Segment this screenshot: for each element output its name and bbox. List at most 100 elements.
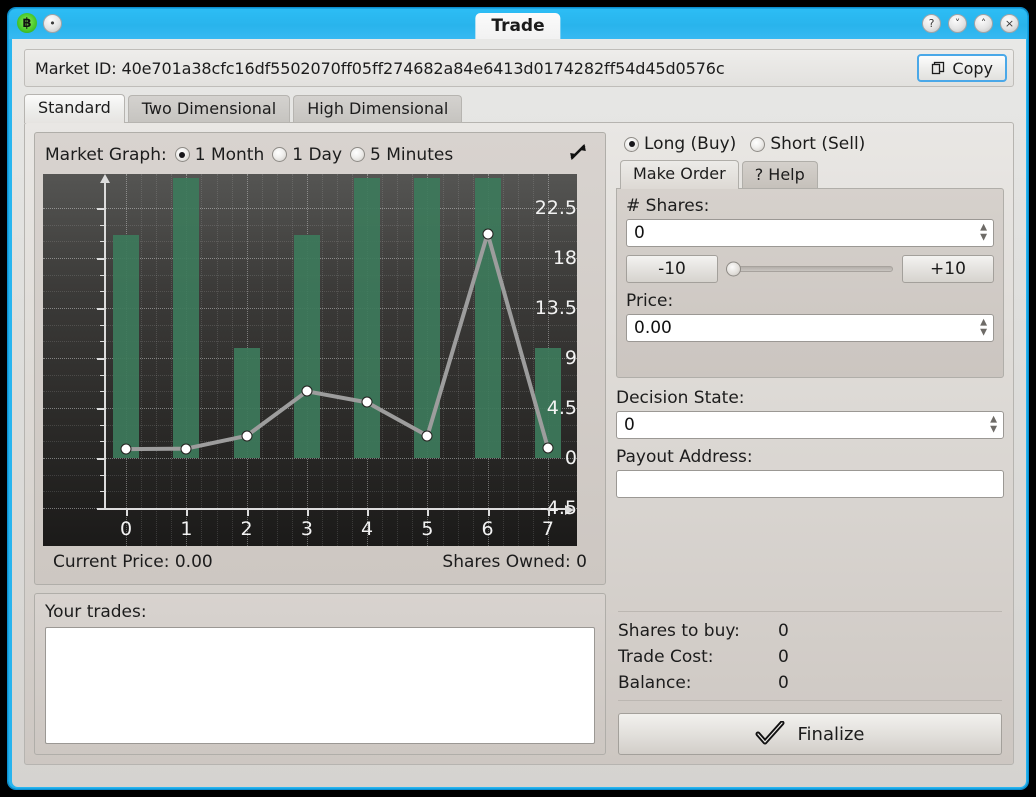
gridline-minor xyxy=(443,174,444,546)
finalize-button[interactable]: Finalize xyxy=(618,713,1002,755)
decision-state-section: Decision State: 0 ▲ ▼ Payout Address: xyxy=(616,388,1004,498)
summary-row-balance: Balance: 0 xyxy=(618,670,1002,696)
data-point xyxy=(241,430,252,441)
decision-state-stepper-up-icon[interactable]: ▲ xyxy=(990,416,997,425)
y-tick xyxy=(97,458,105,460)
x-tick xyxy=(307,508,309,516)
market-graph-footer: Current Price: 0.00 Shares Owned: 0 xyxy=(43,546,597,576)
radio-1-day-icon xyxy=(272,147,287,162)
tab-high-dimensional[interactable]: High Dimensional xyxy=(293,95,462,122)
gridline-minor xyxy=(217,174,218,546)
data-point xyxy=(542,443,553,454)
gridline-minor xyxy=(156,174,157,546)
decrement-10-button[interactable]: -10 xyxy=(626,255,718,283)
order-side-long-label: Long (Buy) xyxy=(644,134,736,154)
x-tick-label: 7 xyxy=(542,518,554,540)
gridline-minor xyxy=(337,174,338,546)
range-option-5-minutes[interactable]: 5 Minutes xyxy=(350,145,453,165)
gridline-minor xyxy=(412,174,413,546)
increment-10-button[interactable]: +10 xyxy=(902,255,994,283)
tab-two-dimensional[interactable]: Two Dimensional xyxy=(128,95,290,122)
price-stepper-up-icon[interactable]: ▲ xyxy=(980,319,987,328)
price-stepper-down-icon[interactable]: ▼ xyxy=(980,329,987,338)
y-tick-label: -4.5 xyxy=(528,497,577,519)
shares-input[interactable]: 0 ▲ ▼ xyxy=(626,219,994,247)
gridline-minor xyxy=(473,174,474,546)
help-button[interactable]: ? xyxy=(922,14,941,33)
order-side-short[interactable]: Short (Sell) xyxy=(750,134,865,154)
tab-make-order[interactable]: Make Order xyxy=(620,160,739,189)
your-trades-list[interactable] xyxy=(45,627,595,744)
title-bar: ฿ • Trade ? ˅ ˄ × xyxy=(9,9,1027,39)
bar xyxy=(414,178,440,458)
checkmark-icon xyxy=(755,721,785,747)
x-tick-label: 6 xyxy=(482,518,494,540)
x-tick xyxy=(548,508,550,516)
decision-state-stepper-icon[interactable]: ▲ ▼ xyxy=(990,416,997,435)
title-bar-right-controls: ? ˅ ˄ × xyxy=(922,14,1019,33)
gridline-minor xyxy=(43,491,577,492)
copy-button[interactable]: Copy xyxy=(917,54,1007,82)
finalize-button-label: Finalize xyxy=(797,724,864,745)
shares-slider-row: -10 +10 xyxy=(626,255,994,283)
tab-help[interactable]: ? Help xyxy=(742,161,818,188)
maximize-button[interactable]: ˄ xyxy=(974,14,993,33)
order-side-long[interactable]: Long (Buy) xyxy=(624,134,736,154)
decision-state-label: Decision State: xyxy=(616,388,1004,408)
y-tick-minor xyxy=(100,491,105,492)
x-tick-label: 3 xyxy=(301,518,313,540)
gridline-minor xyxy=(292,174,293,546)
x-tick xyxy=(247,508,249,516)
shares-field-label: # Shares: xyxy=(626,196,994,216)
minimize-button[interactable]: ˅ xyxy=(948,14,967,33)
main-tab-strip: Standard Two Dimensional High Dimensiona… xyxy=(24,95,1014,122)
shares-owned-label: Shares Owned: 0 xyxy=(442,552,587,572)
gridline-minor xyxy=(277,174,278,546)
shares-input-value: 0 xyxy=(634,223,645,243)
market-graph-header: Market Graph: 1 Month 1 Day 5 Minutes xyxy=(43,139,597,174)
y-tick-minor xyxy=(100,275,105,276)
price-stepper-icon[interactable]: ▲ ▼ xyxy=(980,319,987,338)
y-tick-label: 22.5 xyxy=(528,197,577,219)
market-id-bar: Market ID: 40e701a38cfc16df5502070ff05ff… xyxy=(24,49,1014,87)
tab-standard[interactable]: Standard xyxy=(24,94,125,123)
range-label-1-day: 1 Day xyxy=(292,145,342,165)
window-menu-icon[interactable]: • xyxy=(43,14,62,33)
range-label-5-minutes: 5 Minutes xyxy=(370,145,453,165)
gridline-minor xyxy=(43,475,577,476)
payout-address-input[interactable] xyxy=(616,470,1004,498)
expand-diagonal-icon[interactable] xyxy=(567,141,589,168)
make-order-panel: # Shares: 0 ▲ ▼ -10 +10 xyxy=(616,188,1004,378)
price-input[interactable]: 0.00 ▲ ▼ xyxy=(626,314,994,342)
decision-state-input[interactable]: 0 ▲ ▼ xyxy=(616,411,1004,439)
y-tick-minor xyxy=(100,425,105,426)
trade-cost-label: Trade Cost: xyxy=(618,644,778,670)
shares-stepper-up-icon[interactable]: ▲ xyxy=(980,224,987,233)
gridline-minor xyxy=(171,174,172,546)
radio-long-icon xyxy=(624,137,639,152)
data-point xyxy=(121,444,132,455)
close-button[interactable]: × xyxy=(1000,14,1019,33)
decision-state-stepper-down-icon[interactable]: ▼ xyxy=(990,426,997,435)
x-tick-label: 1 xyxy=(180,518,192,540)
range-option-1-month[interactable]: 1 Month xyxy=(175,145,265,165)
shares-slider[interactable] xyxy=(727,266,893,272)
data-point xyxy=(422,430,433,441)
shares-slider-handle[interactable] xyxy=(726,262,741,277)
market-graph-plot[interactable]: -4.504.5913.51822.501234567 xyxy=(43,174,577,546)
shares-stepper-icon[interactable]: ▲ ▼ xyxy=(980,224,987,243)
y-tick xyxy=(97,208,105,210)
y-tick-minor xyxy=(100,325,105,326)
gridline-minor xyxy=(458,174,459,546)
order-tab-strip: Make Order ? Help xyxy=(616,160,1004,188)
y-tick xyxy=(97,258,105,260)
range-label-1-month: 1 Month xyxy=(195,145,265,165)
y-tick-minor xyxy=(100,241,105,242)
copy-icon xyxy=(931,61,945,75)
standard-tab-panel: Market Graph: 1 Month 1 Day 5 Minutes xyxy=(24,122,1014,765)
bar xyxy=(475,178,501,458)
decision-state-value: 0 xyxy=(624,415,635,435)
range-option-1-day[interactable]: 1 Day xyxy=(272,145,342,165)
shares-stepper-down-icon[interactable]: ▼ xyxy=(980,234,987,243)
gridline-minor xyxy=(141,174,142,546)
